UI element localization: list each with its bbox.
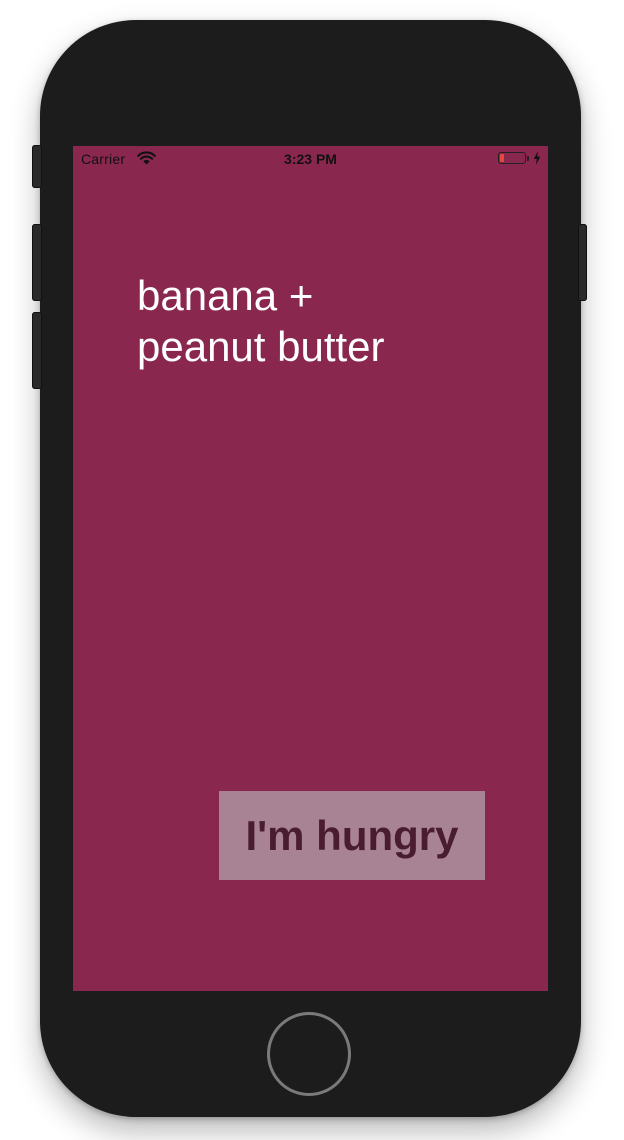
home-button[interactable]: [267, 1012, 351, 1096]
food-title-line-2: peanut butter: [137, 323, 385, 370]
food-title-line-1: banana +: [137, 272, 314, 319]
hungry-button[interactable]: I'm hungry: [219, 791, 485, 880]
battery-icon: [498, 152, 526, 164]
food-title: banana + peanut butter: [137, 270, 477, 372]
lightning-bolt-icon: [533, 151, 541, 165]
volume-up-button: [32, 224, 42, 301]
power-button: [578, 224, 587, 301]
app-screen: Carrier 3:23 PM banana + peanut butter I…: [73, 146, 548, 991]
battery-level: [500, 154, 504, 162]
battery-cap: [527, 156, 529, 161]
volume-down-button: [32, 312, 42, 389]
status-time: 3:23 PM: [284, 151, 337, 167]
status-bar: Carrier 3:23 PM: [73, 146, 548, 170]
silent-switch: [32, 145, 42, 188]
